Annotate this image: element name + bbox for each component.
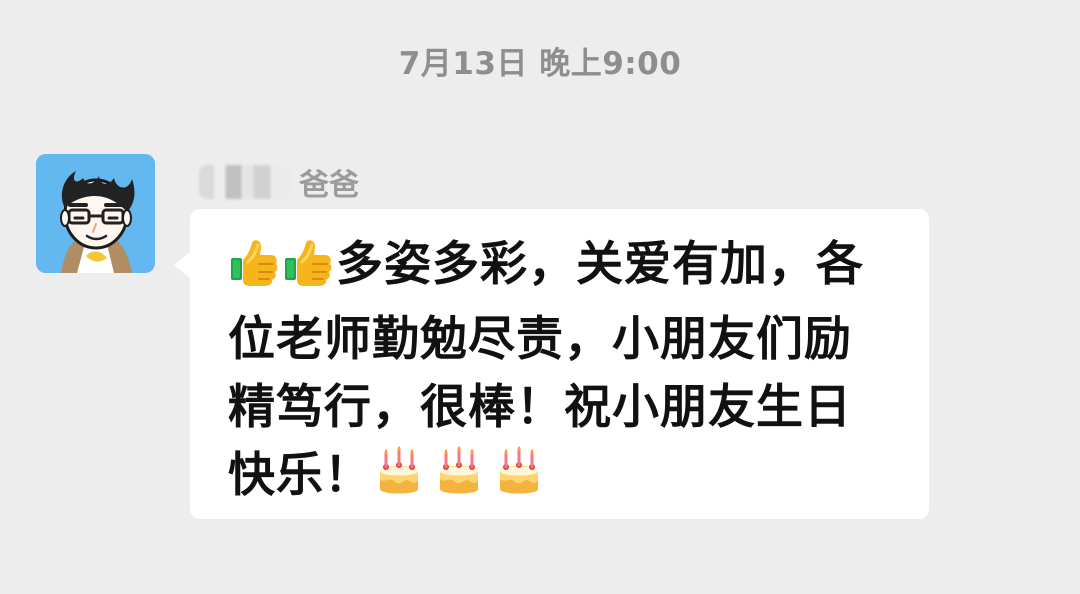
sender-avatar[interactable]	[36, 154, 155, 273]
thumbs-up-icon	[228, 235, 280, 306]
message-bubble[interactable]: 多姿多彩，关爱有加，各位老师勤勉尽责，小朋友们励精笃行，很棒！祝小朋友生日快乐！	[174, 209, 929, 519]
thumbs-up-icon	[282, 235, 334, 306]
birthday-cake-icon	[432, 444, 490, 517]
cartoon-avatar-icon	[36, 154, 155, 273]
sender-name[interactable]: 爸爸	[199, 160, 359, 204]
bubble-tail	[174, 252, 190, 278]
redacted-name-blur	[199, 165, 293, 199]
message-timestamp: 7月13日 晚上9:00	[398, 46, 682, 82]
birthday-cake-icon	[372, 444, 430, 517]
chat-screen: 7月13日 晚上9:00 爸爸 多姿多彩，关爱有加，各位老师勤勉尽责，小朋友们励…	[0, 0, 1080, 594]
message-content: 多姿多彩，关爱有加，各位老师勤勉尽责，小朋友们励精笃行，很棒！祝小朋友生日快乐！	[228, 231, 891, 517]
birthday-cake-icon	[492, 444, 550, 517]
sender-name-text: 爸爸	[299, 168, 359, 203]
incoming-message-row: 爸爸 多姿多彩，关爱有加，各位老师勤勉尽责，小朋友们励精笃行，很棒！祝小朋友生日…	[36, 154, 936, 534]
